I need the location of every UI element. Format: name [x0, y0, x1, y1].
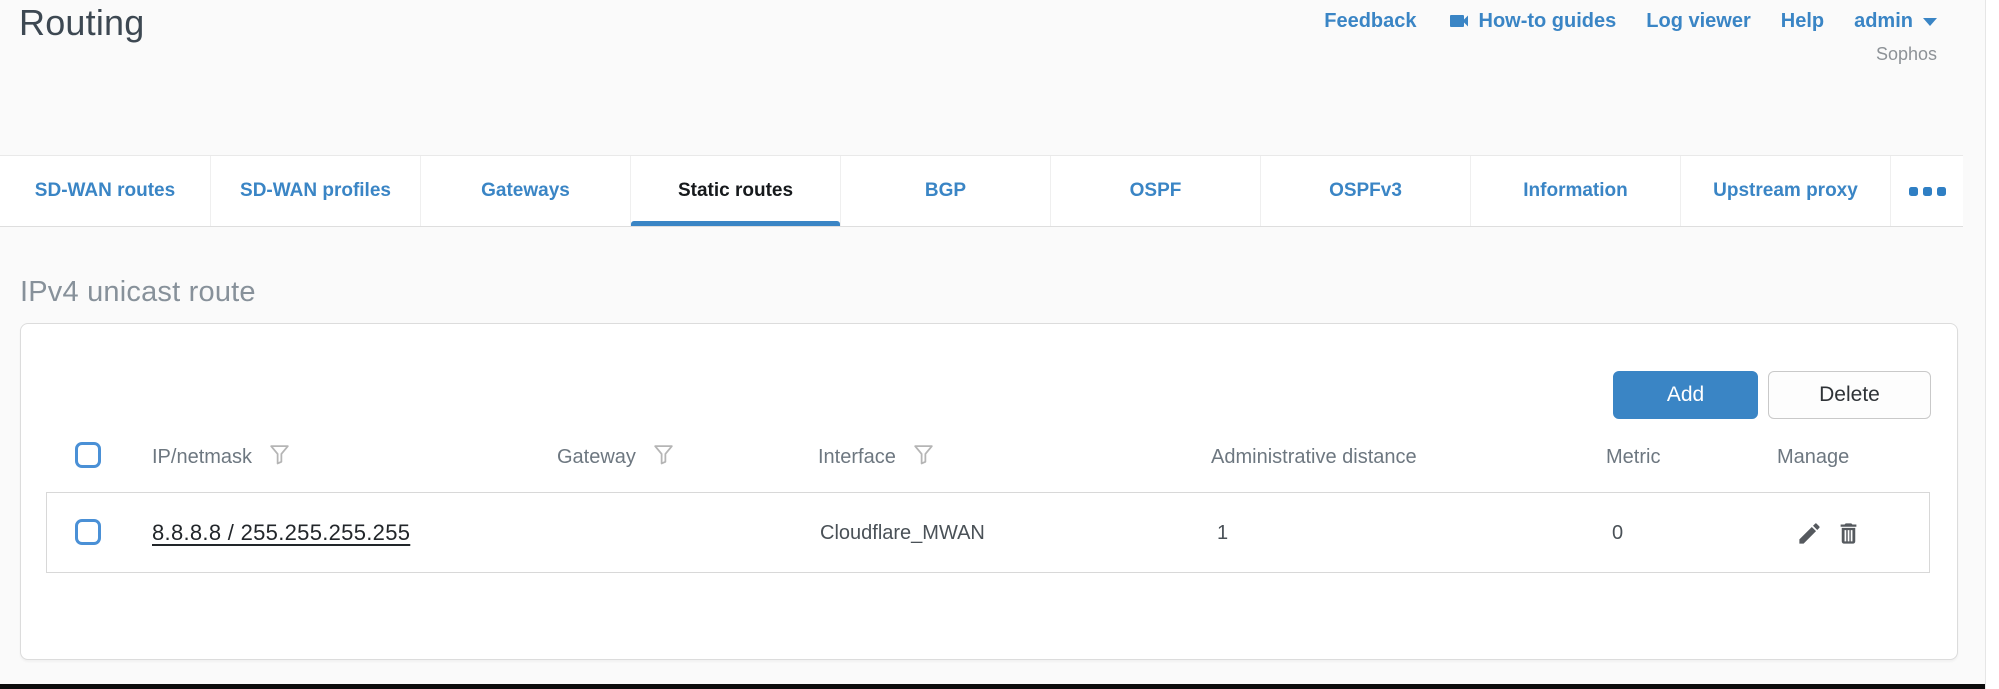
- caret-down-icon: [1923, 18, 1937, 26]
- brand-label: Sophos: [1876, 44, 1937, 65]
- window-bottom-edge: [0, 684, 1985, 689]
- tab-upstream-proxy[interactable]: Upstream proxy: [1680, 156, 1890, 226]
- pencil-icon[interactable]: [1796, 520, 1823, 547]
- tab-sdwan-profiles[interactable]: SD-WAN profiles: [210, 156, 420, 226]
- tab-ospfv3[interactable]: OSPFv3: [1260, 156, 1470, 226]
- page-title: Routing: [19, 2, 144, 44]
- funnel-icon[interactable]: [651, 442, 676, 473]
- routing-tabbar: SD-WAN routes SD-WAN profiles Gateways S…: [0, 155, 1963, 227]
- funnel-icon[interactable]: [267, 442, 292, 473]
- cell-manage: [1796, 520, 1862, 546]
- tab-static-routes[interactable]: Static routes: [630, 156, 840, 226]
- tab-bgp[interactable]: BGP: [840, 156, 1050, 226]
- cell-administrative-distance: 1: [1217, 520, 1228, 546]
- cell-metric: 0: [1612, 520, 1623, 546]
- user-menu[interactable]: admin: [1854, 10, 1937, 33]
- route-link[interactable]: 8.8.8.8 / 255.255.255.255: [152, 520, 410, 546]
- tab-gateways[interactable]: Gateways: [420, 156, 630, 226]
- tab-sdwan-routes[interactable]: SD-WAN routes: [0, 156, 210, 226]
- feedback-link[interactable]: Feedback: [1324, 10, 1416, 33]
- howto-guides-link[interactable]: How-to guides: [1447, 9, 1617, 33]
- routing-page: Routing Feedback How-to guides Log viewe…: [0, 0, 1999, 689]
- delete-button[interactable]: Delete: [1768, 371, 1931, 419]
- tab-information[interactable]: Information: [1470, 156, 1680, 226]
- column-header-gateway: Gateway: [557, 444, 676, 470]
- ellipsis-icon: [1909, 187, 1918, 196]
- scrollbar-gutter[interactable]: [1985, 0, 1999, 689]
- column-header-ip-netmask: IP/netmask: [152, 444, 292, 470]
- video-camera-icon: [1447, 9, 1471, 33]
- funnel-icon[interactable]: [911, 442, 936, 473]
- select-all-checkbox[interactable]: [75, 442, 101, 468]
- help-link[interactable]: Help: [1781, 10, 1824, 33]
- section-heading: IPv4 unicast route: [20, 276, 256, 309]
- column-header-interface: Interface: [818, 444, 936, 470]
- trash-icon[interactable]: [1835, 520, 1862, 547]
- tab-ospf[interactable]: OSPF: [1050, 156, 1260, 226]
- top-navigation: Feedback How-to guides Log viewer Help a…: [1324, 9, 1937, 33]
- tab-overflow-button[interactable]: [1890, 156, 1963, 226]
- cell-ip-netmask: 8.8.8.8 / 255.255.255.255: [152, 520, 410, 546]
- column-header-manage: Manage: [1777, 444, 1849, 470]
- log-viewer-link[interactable]: Log viewer: [1646, 10, 1750, 33]
- cell-interface: Cloudflare_MWAN: [820, 520, 985, 546]
- row-checkbox[interactable]: [75, 519, 101, 545]
- column-header-metric: Metric: [1606, 444, 1660, 470]
- add-button[interactable]: Add: [1613, 371, 1758, 419]
- column-header-administrative-distance: Administrative distance: [1211, 444, 1417, 470]
